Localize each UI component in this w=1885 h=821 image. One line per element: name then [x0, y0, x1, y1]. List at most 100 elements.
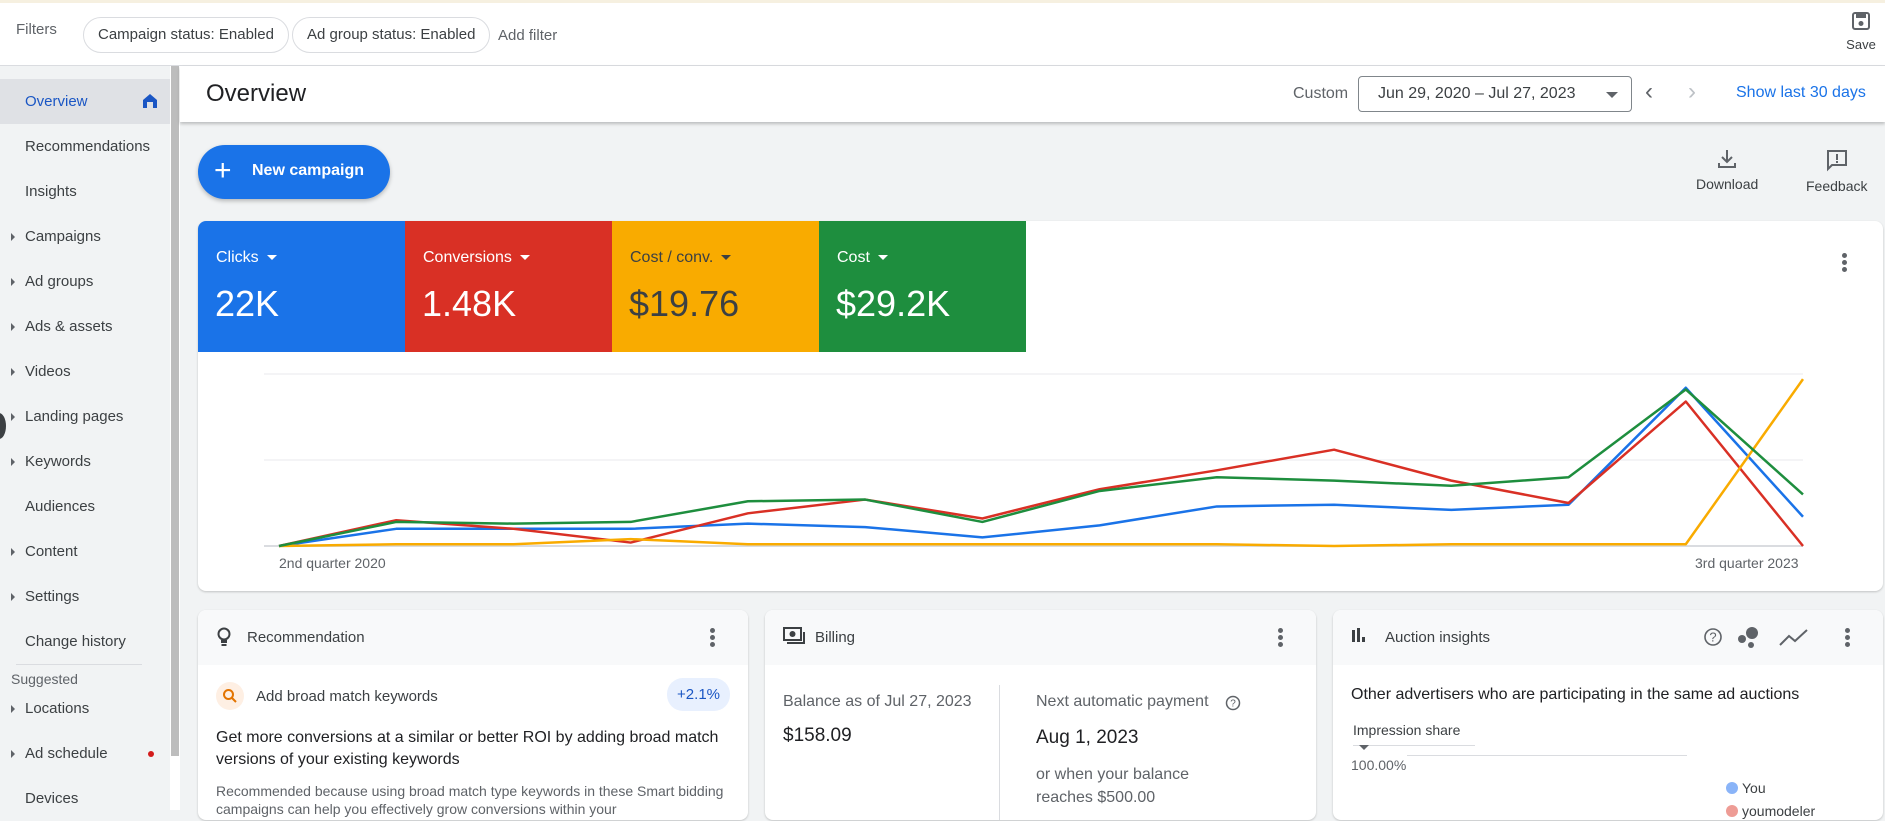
dropdown-arrow-icon	[1606, 92, 1618, 98]
help-icon[interactable]: ?	[1225, 695, 1241, 711]
sidebar-item-audiences[interactable]: Audiences	[0, 484, 170, 529]
date-mode-label: Custom	[1293, 85, 1349, 102]
billing-more-options-icon[interactable]	[1268, 626, 1292, 650]
legend-item-you: You	[1726, 780, 1766, 796]
page-header: Overview Custom Jun 29, 2020 – Jul 27, 2…	[180, 66, 1885, 122]
recommendation-headline: Get more conversions at a similar or bet…	[216, 729, 719, 768]
recommendation-more-options-icon[interactable]	[700, 626, 724, 650]
sidebar-item-campaigns[interactable]: Campaigns	[0, 214, 170, 259]
dropdown-arrow-icon	[1359, 744, 1369, 750]
notification-dot	[148, 751, 154, 757]
help-icon[interactable]: ?	[1703, 627, 1723, 647]
series-line-cost-conv[interactable]	[278, 378, 1805, 548]
series-line-cost[interactable]	[278, 388, 1804, 548]
sidebar-item-content[interactable]: Content	[0, 529, 170, 574]
filter-bar: Filters Campaign status: Enabled Ad grou…	[0, 0, 1885, 66]
page-title: Overview	[206, 80, 307, 107]
expand-caret-icon	[11, 750, 15, 758]
next-payment-label: Next automatic payment	[1036, 693, 1209, 710]
line-chart	[264, 373, 1805, 548]
next-payment-note: or when your balance reaches $500.00	[1036, 766, 1189, 806]
expand-caret-icon	[11, 705, 15, 713]
billing-card: Billing Balance as of Jul 27, 2023 $158.…	[765, 610, 1316, 820]
home-icon	[143, 94, 157, 108]
filter-chip-campaign-status[interactable]: Campaign status: Enabled	[83, 17, 289, 53]
filters-label: Filters	[16, 21, 57, 38]
recommendation-card: Recommendation Add broad match keywords …	[198, 610, 748, 820]
show-last-30-days-link[interactable]: Show last 30 days	[1736, 84, 1866, 102]
sidebar-item-ad-groups[interactable]: Ad groups	[0, 259, 170, 304]
next-period-chevron-icon[interactable]: ›	[1688, 80, 1696, 104]
auction-subtitle: Other advertisers who are participating …	[1351, 686, 1800, 703]
x-tick-label-start: 2nd quarter 2020	[279, 555, 386, 571]
performance-chart-card: Clicks 22K Conversions 1.48K Cost / conv…	[198, 221, 1883, 591]
series-line-clicks[interactable]	[278, 386, 1804, 548]
sidebar-item-devices[interactable]: Devices	[0, 776, 170, 821]
svg-text:?: ?	[1709, 630, 1716, 645]
save-button[interactable]: Save	[1841, 11, 1881, 52]
sidebar-item-recommendations[interactable]: Recommendations	[0, 124, 170, 169]
recommendation-description: Recommended because using broad match ty…	[216, 783, 724, 817]
sidebar-item-label: Campaigns	[25, 228, 101, 245]
download-icon	[1718, 150, 1737, 168]
sidebar-item-label: Audiences	[25, 498, 96, 515]
sidebar-item-label: Ad schedule	[25, 745, 108, 762]
sidebar-scrollbar[interactable]	[170, 66, 180, 810]
sidebar-item-label: Recommendations	[25, 138, 151, 155]
download-button[interactable]: Download	[1696, 148, 1758, 192]
sidebar-item-label: Content	[25, 543, 78, 560]
bubble-chart-icon[interactable]	[1736, 624, 1762, 650]
sidebar-item-insights[interactable]: Insights	[0, 169, 170, 214]
uplift-badge: +2.1%	[667, 678, 730, 711]
download-label: Download	[1696, 176, 1759, 192]
date-range-select[interactable]: Jun 29, 2020 – Jul 27, 2023	[1358, 76, 1632, 112]
sidebar-nav: Overview Recommendations Insights Campai…	[0, 66, 170, 810]
card-title: Auction insights	[1385, 629, 1491, 646]
sidebar-item-overview[interactable]: Overview	[0, 79, 170, 124]
auction-more-options-icon[interactable]	[1835, 626, 1859, 650]
sidebar-item-keywords[interactable]: Keywords	[0, 439, 170, 484]
save-icon	[1852, 12, 1870, 30]
trend-chart-icon[interactable]	[1779, 628, 1809, 648]
auction-gridline	[1407, 755, 1687, 756]
expand-caret-icon	[11, 593, 15, 601]
previous-period-chevron-icon[interactable]: ‹	[1645, 80, 1653, 104]
sidebar-item-label: Ads & assets	[25, 318, 113, 335]
filter-chip-ad-group-status[interactable]: Ad group status: Enabled	[292, 17, 491, 53]
sidebar-item-locations[interactable]: Locations	[0, 686, 170, 731]
balance-label: Balance as of Jul 27, 2023	[783, 693, 972, 710]
sidebar-divider	[16, 664, 142, 665]
x-tick-label-end: 3rd quarter 2023	[1695, 555, 1799, 571]
sidebar-scrollbar-thumb[interactable]	[171, 66, 179, 756]
next-payment-date: Aug 1, 2023	[1036, 727, 1139, 748]
date-range-value: Jun 29, 2020 – Jul 27, 2023	[1378, 85, 1576, 102]
card-header: Recommendation	[198, 610, 748, 665]
sidebar-item-videos[interactable]: Videos	[0, 349, 170, 394]
billing-money-icon	[783, 627, 805, 644]
expand-caret-icon	[11, 323, 15, 331]
y-axis-top-label: 100.00%	[1351, 757, 1407, 773]
feedback-label: Feedback	[1806, 178, 1868, 194]
bar-chart-icon	[1352, 628, 1365, 642]
plus-icon: +	[214, 154, 232, 187]
svg-text:?: ?	[1230, 699, 1236, 710]
add-filter-link[interactable]: Add filter	[498, 27, 557, 44]
sidebar-item-ads-assets[interactable]: Ads & assets	[0, 304, 170, 349]
new-campaign-button[interactable]: + New campaign	[198, 145, 390, 199]
expand-caret-icon	[11, 278, 15, 286]
card-title: Billing	[815, 629, 856, 646]
sidebar-item-label: Change history	[25, 633, 126, 650]
sidebar-item-label: Overview	[25, 93, 88, 110]
sidebar-item-landing-pages[interactable]: Landing pages	[0, 394, 170, 439]
impression-share-select[interactable]: Impression share	[1353, 722, 1475, 750]
billing-divider	[999, 685, 1000, 820]
card-title: Recommendation	[247, 629, 365, 646]
sidebar-item-label: Videos	[25, 363, 71, 380]
feedback-button[interactable]: Feedback	[1806, 148, 1867, 194]
sidebar-item-settings[interactable]: Settings	[0, 574, 170, 619]
recommendation-item-label[interactable]: Add broad match keywords	[256, 688, 438, 705]
sidebar-item-ad-schedule[interactable]: Ad schedule	[0, 731, 170, 776]
new-campaign-label: New campaign	[252, 162, 365, 179]
sidebar-item-change-history[interactable]: Change history	[0, 619, 170, 664]
lightbulb-icon	[217, 627, 231, 646]
